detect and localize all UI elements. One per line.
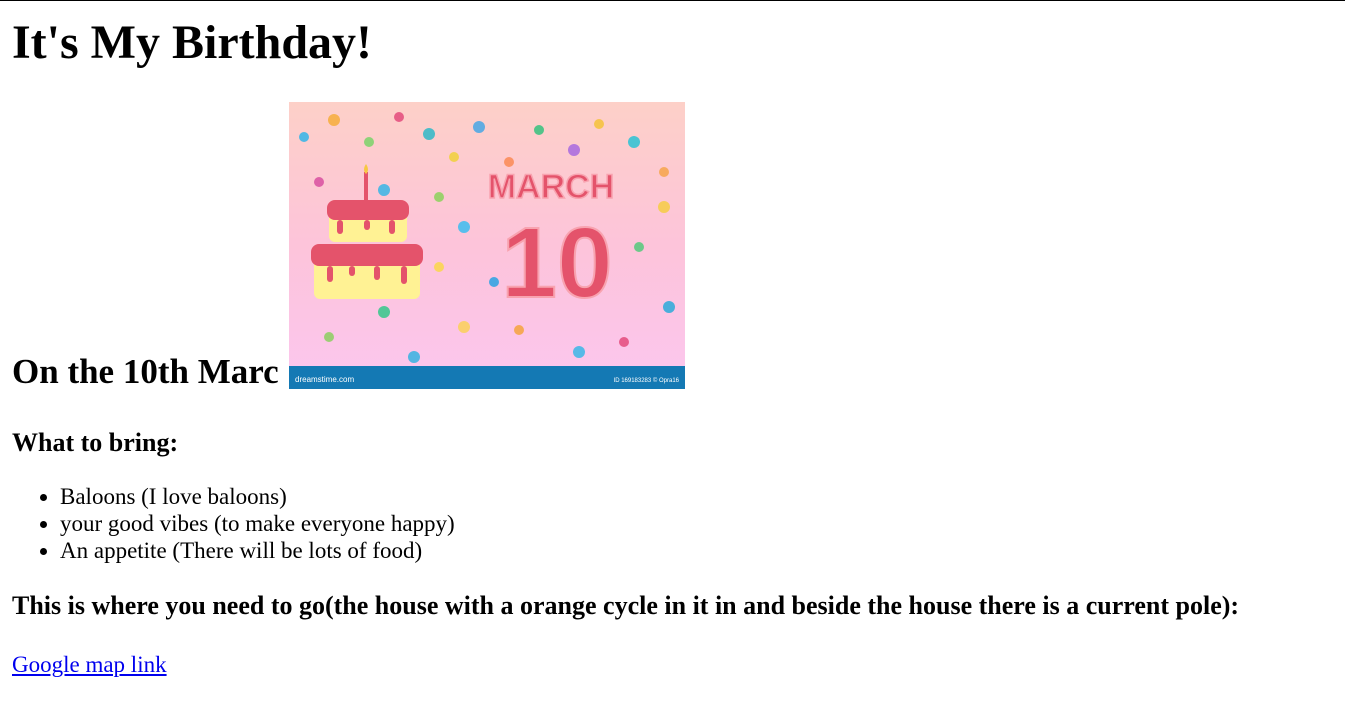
birthday-image: MARCH 10 dreamstime.com ID 169183283 © O… — [288, 102, 685, 389]
month-text: MARCH — [487, 168, 614, 206]
list-item: An appetite (There will be lots of food) — [60, 537, 1333, 564]
bring-list: Baloons (I love baloons) your good vibes… — [12, 483, 1333, 564]
directions-heading: This is where you need to go(the house w… — [12, 591, 1240, 620]
list-item: Baloons (I love baloons) — [60, 483, 1333, 510]
date-row: On the 10th Marc MARCH 10 dreamstime.com… — [12, 102, 1333, 389]
page: It's My Birthday! On the 10th Marc MARCH… — [0, 15, 1345, 678]
page-title: It's My Birthday! — [12, 16, 372, 69]
google-map-link[interactable]: Google map link — [12, 651, 167, 678]
day-text: 10 — [501, 207, 612, 319]
image-footer-right: ID 169183283 © Opra16 — [613, 377, 679, 384]
cake-icon — [310, 164, 423, 299]
date-heading: On the 10th Marc — [12, 352, 279, 391]
bring-heading: What to bring: — [12, 428, 179, 457]
list-item: your good vibes (to make everyone happy) — [60, 510, 1333, 537]
image-footer-left: dreamstime.com — [295, 375, 354, 384]
